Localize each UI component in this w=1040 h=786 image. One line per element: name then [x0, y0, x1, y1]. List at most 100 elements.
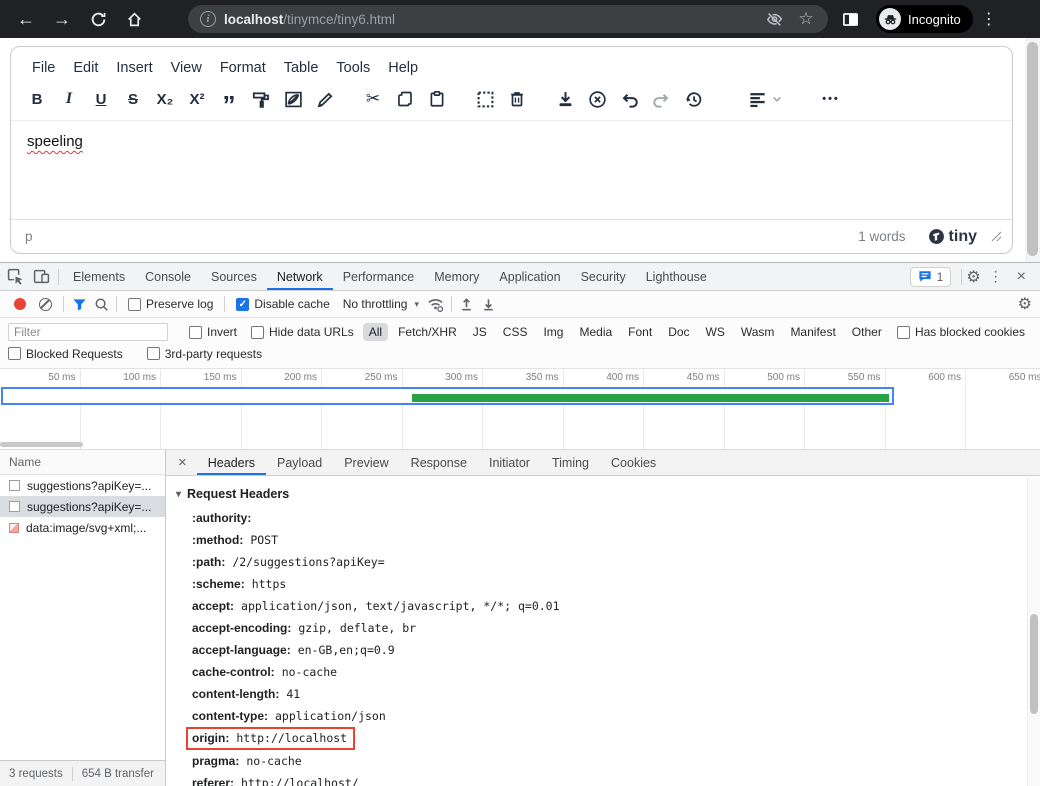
throttling-select[interactable]: No throttling ▾: [343, 297, 419, 311]
disclosure-triangle-icon[interactable]: ▾: [176, 489, 181, 500]
side-panel-icon[interactable]: [836, 5, 864, 33]
third-party-requests-checkbox[interactable]: 3rd-party requests: [147, 347, 262, 361]
resize-handle[interactable]: [991, 231, 1002, 242]
filter-toggle-icon[interactable]: [68, 293, 90, 315]
editor-menu-item[interactable]: Format: [211, 55, 275, 81]
editor-menu-item[interactable]: Table: [275, 55, 328, 81]
record-icon[interactable]: [14, 298, 26, 310]
resource-type-filter[interactable]: JS: [467, 323, 493, 341]
superscript-button[interactable]: X²: [185, 86, 209, 112]
editor-menu-item[interactable]: View: [162, 55, 211, 81]
element-path[interactable]: p: [25, 229, 33, 244]
disable-cache-checkbox[interactable]: ✓ Disable cache: [236, 297, 329, 311]
editor-content[interactable]: speeling: [11, 120, 1012, 219]
copy-button[interactable]: [393, 86, 417, 112]
disable-cache-box[interactable]: ✓: [236, 298, 249, 311]
home-icon[interactable]: [120, 5, 148, 33]
format-painter-button[interactable]: [249, 86, 273, 112]
resource-type-filter[interactable]: Media: [573, 323, 618, 341]
editor-menu-item[interactable]: Tools: [327, 55, 379, 81]
request-row[interactable]: suggestions?apiKey=...: [0, 496, 165, 517]
network-settings-icon[interactable]: ⚙: [1018, 294, 1032, 314]
italic-button[interactable]: I: [57, 86, 81, 112]
devtools-settings-icon[interactable]: ⚙: [966, 267, 980, 287]
editor-menu-item[interactable]: Edit: [64, 55, 107, 81]
preserve-log-box[interactable]: [128, 298, 141, 311]
request-row[interactable]: suggestions?apiKey=...: [0, 475, 165, 496]
issues-badge[interactable]: 1: [910, 267, 952, 287]
resource-type-filter[interactable]: Manifest: [784, 323, 841, 341]
inspect-element-icon[interactable]: [2, 265, 28, 289]
more-toolbar-button[interactable]: •••: [819, 86, 843, 112]
redo-button[interactable]: [649, 86, 673, 112]
devtools-tab[interactable]: Lighthouse: [636, 263, 717, 290]
network-conditions-icon[interactable]: [425, 293, 447, 315]
hide-data-urls-checkbox[interactable]: Hide data URLs: [251, 325, 354, 339]
resource-type-filter[interactable]: Doc: [662, 323, 695, 341]
invert-checkbox[interactable]: Invert: [189, 325, 237, 339]
detail-tab[interactable]: Timing: [541, 450, 600, 475]
undo-button[interactable]: [617, 86, 641, 112]
detail-tab[interactable]: Headers: [197, 450, 266, 475]
resource-type-filter[interactable]: Font: [622, 323, 658, 341]
devtools-tab[interactable]: Console: [135, 263, 201, 290]
subscript-button[interactable]: X₂: [153, 86, 177, 112]
name-column-header[interactable]: Name: [0, 450, 165, 475]
incognito-profile-chip[interactable]: Incognito: [876, 5, 973, 33]
paste-button[interactable]: [425, 86, 449, 112]
page-embed-button[interactable]: [281, 86, 305, 112]
page-scrollbar[interactable]: [1025, 38, 1040, 262]
resource-type-filter[interactable]: WS: [700, 323, 731, 341]
restore-draft-button[interactable]: [681, 86, 705, 112]
request-row[interactable]: data:image/svg+xml;...: [0, 517, 165, 538]
editor-menu-item[interactable]: File: [23, 55, 64, 81]
browser-menu-icon[interactable]: ⋮: [981, 9, 997, 29]
overview-scrollbar-thumb[interactable]: [0, 442, 83, 447]
network-overview[interactable]: 50 ms100 ms150 ms200 ms250 ms300 ms350 m…: [0, 369, 1040, 450]
eye-blocked-icon[interactable]: [762, 7, 786, 31]
resource-type-filter[interactable]: Fetch/XHR: [392, 323, 463, 341]
bookmark-star-icon[interactable]: ☆: [794, 7, 818, 31]
devtools-close-icon[interactable]: ×: [1011, 268, 1032, 286]
export-har-icon[interactable]: [478, 293, 500, 315]
delete-button[interactable]: [505, 86, 529, 112]
devtools-menu-icon[interactable]: ⋮: [981, 268, 1011, 285]
detail-scrollbar[interactable]: [1027, 477, 1040, 786]
underline-button[interactable]: U: [89, 86, 113, 112]
resource-type-filter[interactable]: CSS: [497, 323, 534, 341]
devtools-tab[interactable]: Network: [267, 263, 333, 290]
reload-icon[interactable]: [84, 5, 112, 33]
resource-type-filter[interactable]: Other: [846, 323, 888, 341]
filter-input[interactable]: [8, 323, 168, 341]
page-scrollbar-thumb[interactable]: [1027, 42, 1038, 256]
request-headers-section[interactable]: ▾ Request Headers: [174, 485, 1020, 507]
detail-tab[interactable]: Cookies: [600, 450, 667, 475]
search-icon[interactable]: [90, 293, 112, 315]
devtools-tab[interactable]: Security: [571, 263, 636, 290]
blockquote-button[interactable]: ”: [217, 86, 241, 112]
detail-scrollbar-thumb[interactable]: [1030, 614, 1038, 714]
cancel-button[interactable]: [585, 86, 609, 112]
back-icon[interactable]: ←: [12, 5, 40, 33]
preserve-log-checkbox[interactable]: Preserve log: [128, 297, 213, 311]
blocked-requests-checkbox[interactable]: Blocked Requests: [8, 347, 123, 361]
bold-button[interactable]: B: [25, 86, 49, 112]
resource-type-filter[interactable]: Img: [537, 323, 569, 341]
misspelled-word[interactable]: speeling: [27, 133, 83, 150]
devtools-tab[interactable]: Performance: [333, 263, 425, 290]
import-har-icon[interactable]: [456, 293, 478, 315]
export-button[interactable]: [553, 86, 577, 112]
tiny-logo[interactable]: tiny: [928, 228, 977, 246]
devtools-tab[interactable]: Application: [489, 263, 570, 290]
editor-menu-item[interactable]: Insert: [107, 55, 161, 81]
devtools-tab[interactable]: Memory: [424, 263, 489, 290]
site-info-icon[interactable]: i: [200, 11, 216, 27]
detail-tab[interactable]: Response: [400, 450, 478, 475]
permanent-pen-button[interactable]: [313, 86, 337, 112]
forward-icon[interactable]: →: [48, 5, 76, 33]
url-text[interactable]: localhost/tinymce/tiny6.html: [224, 12, 395, 27]
devtools-tab[interactable]: Elements: [63, 263, 135, 290]
detail-close-icon[interactable]: ×: [168, 454, 197, 471]
align-left-button[interactable]: [745, 86, 769, 112]
url-bar[interactable]: i localhost/tinymce/tiny6.html ☆: [188, 5, 828, 33]
